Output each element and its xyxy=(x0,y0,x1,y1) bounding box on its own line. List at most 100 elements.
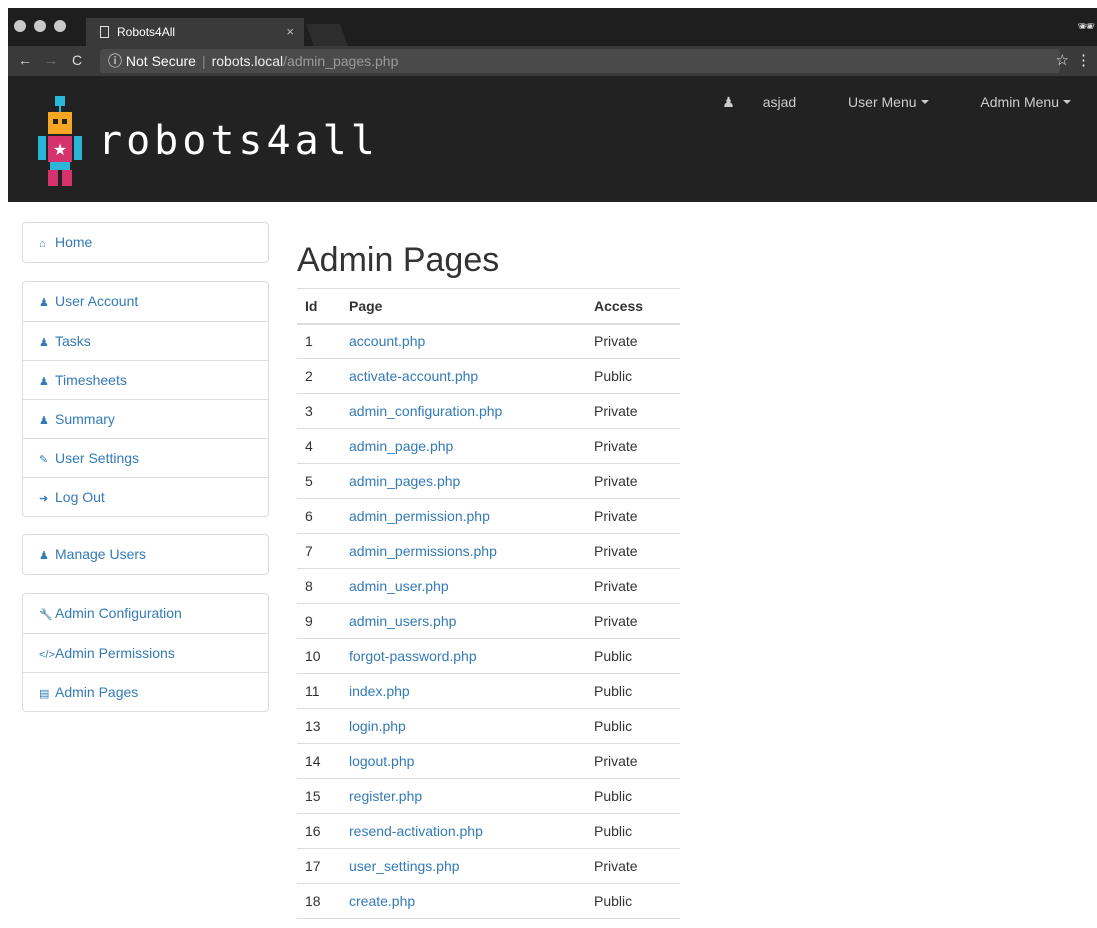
forward-icon[interactable]: → xyxy=(44,52,58,68)
cell-page-link[interactable]: admin_configuration.php xyxy=(341,393,586,429)
cell-access: Private xyxy=(586,848,680,884)
robot-logo-icon[interactable]: ★ xyxy=(36,92,84,188)
bookmark-star-icon[interactable]: ☆ xyxy=(1056,51,1069,69)
sidebar-group-home: ⌂ Home xyxy=(22,222,269,263)
sidebar-group-admin: 🔧 Admin Configuration </>Admin Permission… xyxy=(22,593,269,712)
sidebar-item-admin-pages[interactable]: ▤ Admin Pages xyxy=(23,672,268,711)
cell-page-link[interactable]: user_settings.php xyxy=(341,848,586,884)
sidebar-item-admin-permissions[interactable]: </>Admin Permissions xyxy=(23,633,268,672)
user-icon: ♟ xyxy=(39,297,49,309)
cell-page-link[interactable]: account.php xyxy=(341,323,586,359)
table-row: 5 admin_pages.php Private xyxy=(297,463,680,499)
table-row: 15 register.php Public xyxy=(297,778,680,814)
cell-page-link[interactable]: admin_permission.php xyxy=(341,498,586,534)
sidebar-item-user-account[interactable]: ♟ User Account xyxy=(23,282,268,321)
cell-page-link[interactable]: admin_user.php xyxy=(341,568,586,604)
browser-tab-strip: Robots4All × 🕶 xyxy=(8,8,1097,46)
cell-id: 4 xyxy=(297,428,341,464)
table-row: 7 admin_permissions.php Private xyxy=(297,533,680,569)
top-nav: ♟ asjad User Menu Admin Menu xyxy=(674,94,1071,111)
address-bar[interactable]: ⓘ Not Secure | robots.local/admin_pages.ph… xyxy=(100,49,1060,73)
admin-menu-dropdown[interactable]: Admin Menu xyxy=(956,94,1071,110)
cell-page-link[interactable]: admin_page.php xyxy=(341,428,586,464)
minimize-window-dot[interactable] xyxy=(34,20,46,32)
users-icon: ♟ xyxy=(39,550,49,562)
logo-text[interactable]: robots4all xyxy=(98,118,379,164)
home-icon: ⌂ xyxy=(39,238,46,250)
cell-access: Private xyxy=(586,498,680,534)
cell-page-link[interactable]: index.php xyxy=(341,673,586,709)
sidebar-group-user: ♟ User Account ♟ Tasks ♟ Timesheets ♟ Summar… xyxy=(22,281,269,517)
cell-access: Public xyxy=(586,883,680,919)
cell-page-link[interactable]: login.php xyxy=(341,708,586,744)
caret-down-icon xyxy=(920,100,929,104)
cell-id: 10 xyxy=(297,638,341,674)
cell-id: 9 xyxy=(297,603,341,639)
cell-page-link[interactable]: register.php xyxy=(341,778,586,814)
cell-page-link[interactable]: admin_permissions.php xyxy=(341,533,586,569)
column-header-id: Id xyxy=(297,288,341,325)
table-row: 1 account.php Private xyxy=(297,323,680,359)
table-row: 14 logout.php Private xyxy=(297,743,680,779)
admin-pages-table: Id Page Access 1 account.php Private 2 activ… xyxy=(297,288,680,919)
cell-id: 1 xyxy=(297,323,341,359)
tab-close-icon[interactable]: × xyxy=(286,18,294,46)
cell-page-link[interactable]: create.php xyxy=(341,883,586,919)
sidebar-item-user-settings[interactable]: ✎ User Settings xyxy=(23,438,268,477)
cell-page-link[interactable]: admin_users.php xyxy=(341,603,586,639)
user-menu-dropdown[interactable]: User Menu xyxy=(824,94,929,110)
cell-access: Private xyxy=(586,323,680,359)
cell-id: 18 xyxy=(297,883,341,919)
edit-icon: ✎ xyxy=(39,454,49,466)
list-icon: ▤ xyxy=(39,688,50,700)
user-icon: ♟ xyxy=(39,376,49,388)
sidebar-group-manage: ♟ Manage Users xyxy=(22,534,269,575)
cell-page-link[interactable]: admin_pages.php xyxy=(341,463,586,499)
sidebar-item-manage-users[interactable]: ♟ Manage Users xyxy=(23,535,268,574)
cell-access: Private xyxy=(586,568,680,604)
user-name-link[interactable]: ♟ asjad xyxy=(698,94,796,110)
sidebar-item-home[interactable]: ⌂ Home xyxy=(23,223,268,262)
user-icon: ♟ xyxy=(39,337,49,349)
url-path: /admin_pages.php xyxy=(283,53,399,69)
maximize-window-dot[interactable] xyxy=(54,20,66,32)
cell-access: Private xyxy=(586,743,680,779)
browser-menu-icon[interactable]: ⋮ xyxy=(1076,51,1091,69)
security-indicator[interactable]: ⓘ Not Secure xyxy=(108,53,196,69)
cell-access: Public xyxy=(586,673,680,709)
cell-id: 15 xyxy=(297,778,341,814)
sidebar-item-timesheets[interactable]: ♟ Timesheets xyxy=(23,360,268,399)
cell-page-link[interactable]: resend-activation.php xyxy=(341,813,586,849)
caret-down-icon xyxy=(1063,100,1071,104)
sidebar-item-summary[interactable]: ♟ Summary xyxy=(23,399,268,438)
cell-access: Public xyxy=(586,778,680,814)
back-icon[interactable]: ← xyxy=(18,52,32,68)
table-row: 2 activate-account.php Public xyxy=(297,358,680,394)
sidebar-item-log-out[interactable]: ➜ Log Out xyxy=(23,477,268,516)
cell-access: Public xyxy=(586,708,680,744)
svg-text:★: ★ xyxy=(53,140,67,159)
page-title: Admin Pages xyxy=(297,241,500,279)
table-row: 18 create.php Public xyxy=(297,883,680,919)
browser-tab[interactable]: Robots4All × xyxy=(86,18,304,46)
cell-id: 6 xyxy=(297,498,341,534)
cell-page-link[interactable]: activate-account.php xyxy=(341,358,586,394)
sidebar-item-admin-configuration[interactable]: 🔧 Admin Configuration xyxy=(23,594,268,633)
new-tab-button[interactable] xyxy=(305,24,349,46)
cell-page-link[interactable]: logout.php xyxy=(341,743,586,779)
cell-access: Public xyxy=(586,638,680,674)
sidebar-item-tasks[interactable]: ♟ Tasks xyxy=(23,321,268,360)
reload-icon[interactable]: C xyxy=(72,52,82,68)
table-row: 17 user_settings.php Private xyxy=(297,848,680,884)
cell-access: Private xyxy=(586,393,680,429)
incognito-icon: 🕶 xyxy=(1077,18,1095,34)
close-window-dot[interactable] xyxy=(14,20,26,32)
site-header: ★ robots4all ♟ asjad User Menu Admin Men… xyxy=(8,76,1097,202)
cell-id: 7 xyxy=(297,533,341,569)
table-row: 11 index.php Public xyxy=(297,673,680,709)
logout-icon: ➜ xyxy=(39,493,49,505)
cell-id: 5 xyxy=(297,463,341,499)
table-row: 9 admin_users.php Private xyxy=(297,603,680,639)
cell-page-link[interactable]: forgot-password.php xyxy=(341,638,586,674)
cell-id: 11 xyxy=(297,673,341,709)
